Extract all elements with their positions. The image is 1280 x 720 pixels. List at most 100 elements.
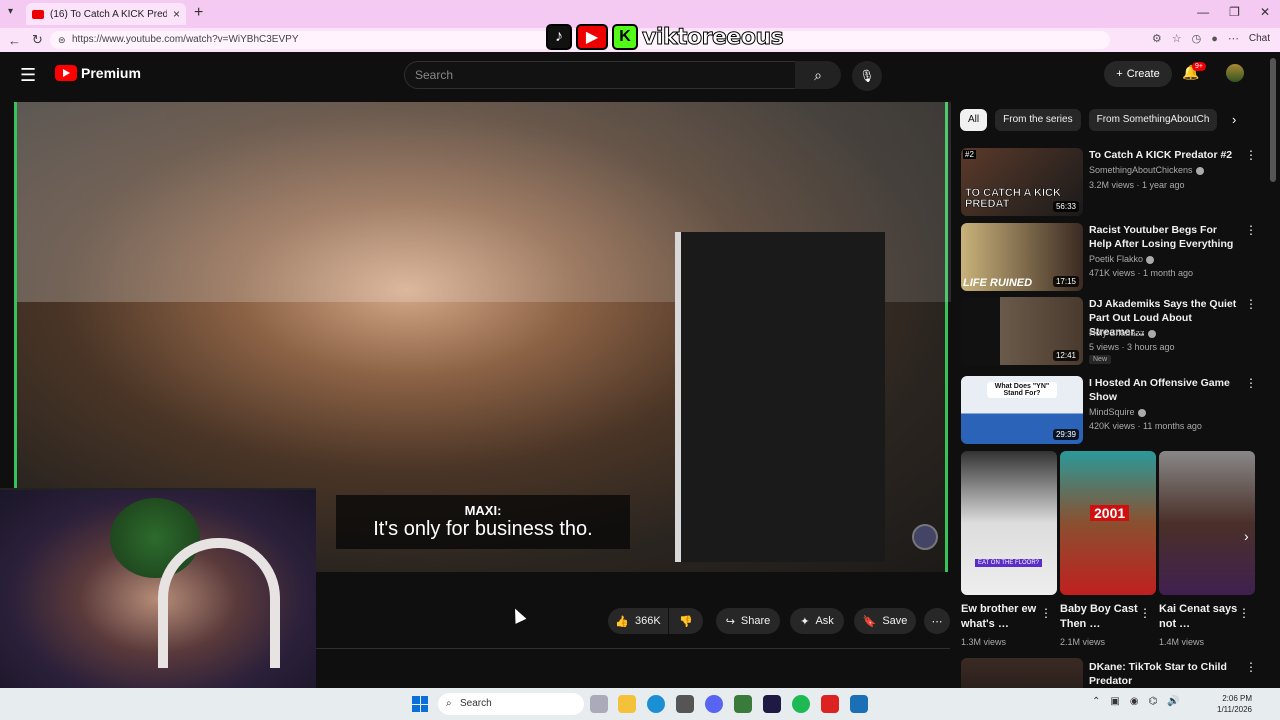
- tray-app-icon[interactable]: ◉: [1130, 696, 1139, 707]
- chevron-right-icon[interactable]: ›: [1232, 112, 1236, 127]
- chevron-right-icon[interactable]: ›: [1244, 528, 1249, 544]
- chip-from-channel[interactable]: From SomethingAboutCh: [1088, 109, 1218, 131]
- store-icon[interactable]: [676, 695, 694, 713]
- close-tab-icon[interactable]: ×: [173, 7, 180, 21]
- short-views: 2.1M views: [1060, 637, 1106, 647]
- extensions-icon[interactable]: ⚙: [1152, 32, 1162, 45]
- short-title[interactable]: Kai Cenat says not …: [1159, 602, 1239, 632]
- youtube-logo-icon: [55, 65, 77, 81]
- recommendation-item[interactable]: #2 TO CATCH A KICK PREDAT 56:33 To Catch…: [961, 148, 1261, 220]
- premiere-icon[interactable]: [763, 695, 781, 713]
- video-frame-window: [675, 232, 885, 562]
- steam-icon[interactable]: [850, 695, 868, 713]
- video-thumbnail[interactable]: What Does "YN" Stand For? 29:39: [961, 376, 1083, 444]
- recommendation-item[interactable]: DKane: TikTok Star to Child Predator ⋮: [961, 658, 1261, 688]
- youtube-premium-logo[interactable]: Premium: [55, 65, 141, 81]
- more-vertical-icon[interactable]: ⋮: [1139, 606, 1151, 620]
- tab-list-icon[interactable]: ▾: [8, 6, 13, 17]
- discord-icon[interactable]: [705, 695, 723, 713]
- xbox-icon[interactable]: [734, 695, 752, 713]
- video-title[interactable]: To Catch A KICK Predator #2: [1089, 148, 1239, 162]
- short-title[interactable]: Baby Boy Cast Then …: [1060, 602, 1140, 632]
- video-duration: 56:33: [1052, 201, 1079, 212]
- recommendation-item[interactable]: What Does "YN" Stand For? 29:39 I Hosted…: [961, 376, 1261, 448]
- more-vertical-icon[interactable]: ⋮: [1245, 223, 1257, 237]
- video-title[interactable]: DKane: TikTok Star to Child Predator: [1089, 660, 1239, 688]
- more-vertical-icon[interactable]: ⋮: [1040, 606, 1052, 620]
- recommendation-item[interactable]: LIFE RUINED 17:15 Racist Youtuber Begs F…: [961, 223, 1261, 295]
- volume-icon[interactable]: 🔊: [1167, 696, 1179, 707]
- short-thumbnail[interactable]: [1159, 451, 1255, 595]
- history-icon[interactable]: ◷: [1192, 32, 1202, 45]
- chip-all[interactable]: All: [960, 109, 988, 131]
- new-tab-icon[interactable]: +: [194, 4, 203, 22]
- short-thumbnail[interactable]: EAT ON THE FLOOR?: [961, 451, 1057, 595]
- chip-from-series[interactable]: From the series: [995, 109, 1081, 131]
- video-duration: 12:41: [1052, 350, 1079, 361]
- create-button[interactable]: + Create: [1104, 61, 1172, 87]
- windows-start-icon[interactable]: [412, 696, 428, 712]
- profile-icon[interactable]: ●: [1211, 33, 1218, 45]
- more-vertical-icon[interactable]: ⋮: [1245, 148, 1257, 162]
- copilot-chat-button[interactable]: Chat: [1249, 33, 1270, 44]
- tray-app-icon[interactable]: ▣: [1110, 696, 1119, 707]
- favorites-icon[interactable]: ☆: [1172, 32, 1182, 45]
- video-thumbnail[interactable]: [961, 658, 1083, 688]
- file-explorer-icon[interactable]: [618, 695, 636, 713]
- search-input[interactable]: Search: [404, 61, 796, 89]
- search-placeholder: Search: [415, 68, 454, 82]
- channel-name[interactable]: Poetik Flakko: [1089, 254, 1155, 264]
- task-view-icon[interactable]: [590, 695, 608, 713]
- restore-icon[interactable]: ❐: [1229, 5, 1240, 19]
- clock-time: 2:06 PM: [1222, 694, 1252, 703]
- close-window-icon[interactable]: ✕: [1260, 5, 1270, 19]
- dislike-button[interactable]: 👎: [669, 608, 703, 634]
- short-thumbnail[interactable]: 2001: [1060, 451, 1156, 595]
- channel-name[interactable]: SomethingAboutChickens: [1089, 165, 1204, 175]
- bookmark-icon: 🔖: [862, 615, 877, 628]
- logo-text: Premium: [81, 65, 141, 81]
- hamburger-menu-icon[interactable]: ☰: [20, 65, 36, 86]
- spotify-icon[interactable]: [792, 695, 810, 713]
- channel-name[interactable]: MindSquire: [1089, 407, 1146, 417]
- save-button[interactable]: 🔖 Save: [854, 608, 916, 634]
- video-thumbnail[interactable]: 12:41: [961, 297, 1083, 365]
- browser-tab-active[interactable]: (16) To Catch A KICK Predator ×: [26, 3, 186, 25]
- more-vertical-icon[interactable]: ⋮: [1245, 297, 1257, 311]
- video-title[interactable]: I Hosted An Offensive Game Show: [1089, 376, 1239, 404]
- thumbs-up-icon: 👍: [615, 615, 629, 628]
- video-thumbnail[interactable]: #2 TO CATCH A KICK PREDAT 56:33: [961, 148, 1083, 216]
- more-menu-icon[interactable]: ⋯: [1228, 32, 1239, 45]
- site-info-icon[interactable]: ⊜: [58, 31, 66, 49]
- more-vertical-icon[interactable]: ⋮: [1245, 660, 1257, 674]
- app-icon[interactable]: [821, 695, 839, 713]
- search-button[interactable]: ⌕: [795, 61, 841, 89]
- network-icon[interactable]: ⌬: [1149, 696, 1158, 707]
- like-button[interactable]: 👍 366K: [608, 608, 668, 634]
- video-thumbnail[interactable]: LIFE RUINED 17:15: [961, 223, 1083, 291]
- recommendation-item[interactable]: 12:41 DJ Akademiks Says the Quiet Part O…: [961, 297, 1261, 369]
- page-scrollbar[interactable]: [1270, 58, 1276, 182]
- share-button[interactable]: ↪ Share: [716, 608, 780, 634]
- more-actions-button[interactable]: ⋯: [924, 608, 950, 634]
- more-vertical-icon[interactable]: ⋮: [1245, 376, 1257, 390]
- video-meta: 471K views · 1 month ago: [1089, 268, 1194, 278]
- short-title[interactable]: Ew brother ew what's …: [961, 602, 1041, 632]
- taskbar-clock[interactable]: 2:06 PM 1/11/2026: [1212, 693, 1252, 715]
- taskbar-search[interactable]: ⌕ Search: [438, 693, 584, 715]
- ask-label: Ask: [815, 615, 834, 627]
- verified-icon: [1147, 329, 1156, 338]
- description-area: [316, 648, 950, 688]
- voice-search-button[interactable]: 🎙: [852, 61, 882, 91]
- channel-name[interactable]: Holy Shabazz: [1089, 328, 1156, 338]
- more-vertical-icon[interactable]: ⋮: [1238, 606, 1250, 620]
- edge-browser-icon[interactable]: [647, 695, 665, 713]
- ask-button[interactable]: ✦ Ask: [790, 608, 844, 634]
- channel-watermark-icon[interactable]: [912, 524, 938, 550]
- back-icon[interactable]: ←: [8, 33, 24, 48]
- account-avatar[interactable]: [1226, 64, 1244, 82]
- chevron-up-icon[interactable]: ⌃: [1092, 696, 1100, 707]
- reload-icon[interactable]: ↻: [32, 32, 48, 48]
- video-title[interactable]: Racist Youtuber Begs For Help After Losi…: [1089, 223, 1239, 251]
- minimize-icon[interactable]: —: [1197, 5, 1209, 19]
